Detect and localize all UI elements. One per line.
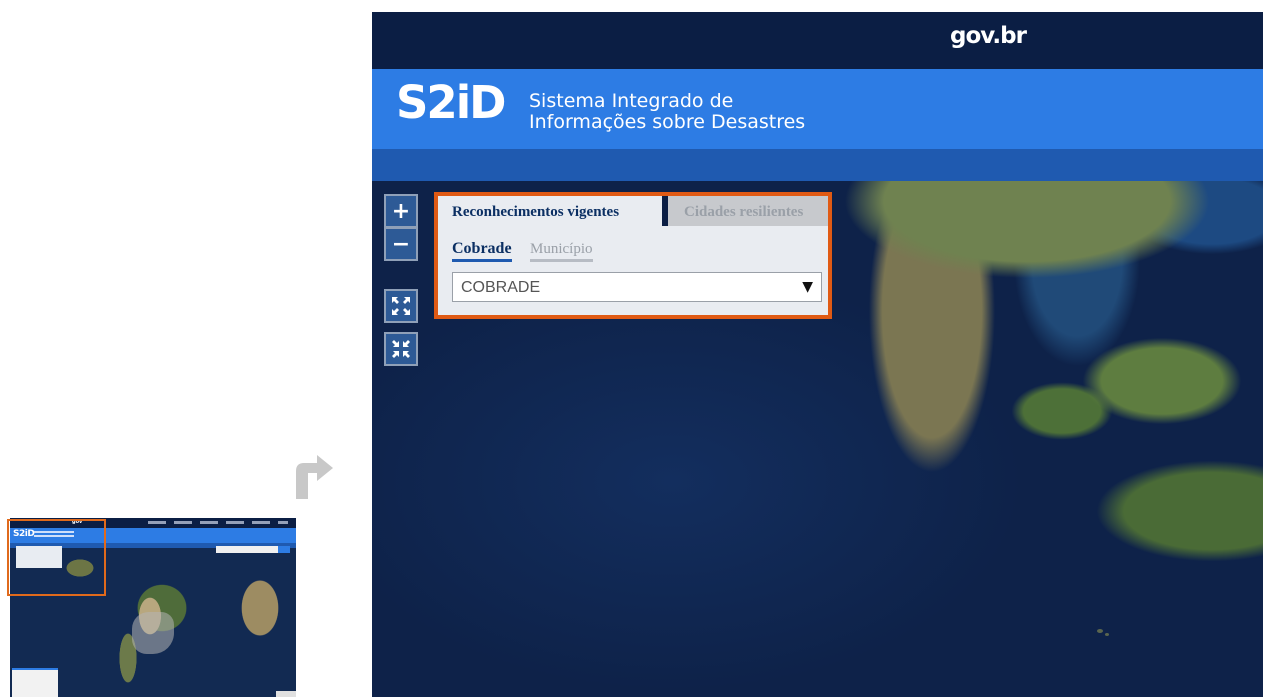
map-island <box>1105 633 1109 636</box>
nav-strip <box>372 149 1263 181</box>
thumb-search-button <box>278 546 290 553</box>
fullscreen-button[interactable] <box>384 289 418 323</box>
tab-cidades-resilientes[interactable]: Cidades resilientes <box>668 196 828 226</box>
expand-icon <box>392 297 410 315</box>
site-header: S2iD Sistema Integrado de Informações so… <box>372 69 1263 149</box>
collapse-icon <box>392 340 410 358</box>
exit-fullscreen-button[interactable] <box>384 332 418 366</box>
recognitions-panel: Reconhecimentos vigentes Cidades resilie… <box>434 192 832 319</box>
s2id-logo[interactable]: S2iD <box>396 80 506 125</box>
thumb-legend <box>12 668 58 697</box>
site-subtitle: Sistema Integrado de Informações sobre D… <box>529 91 805 133</box>
tab-label: Cidades resilientes <box>684 204 804 220</box>
subtitle-line-1: Sistema Integrado de <box>529 90 734 112</box>
zoomed-view: gov.br S2iD Sistema Integrado de Informa… <box>372 12 1263 697</box>
zoom-out-button[interactable]: − <box>384 227 418 261</box>
zoom-in-button[interactable]: + <box>384 194 418 228</box>
cobrade-select[interactable]: COBRADE ▼ <box>452 272 822 302</box>
thumb-highlight-box <box>7 519 106 596</box>
subtab-municipio[interactable]: Município <box>530 241 593 262</box>
tab-label: Reconhecimentos vigentes <box>452 204 620 220</box>
gov-bar: gov.br <box>372 12 1263 69</box>
zoom-arrow-icon <box>296 455 333 499</box>
dropdown-caret-icon: ▼ <box>802 279 813 295</box>
subtitle-line-2: Informações sobre Desastres <box>529 111 806 133</box>
subtab-cobrade[interactable]: Cobrade <box>452 240 512 262</box>
thumb-bottom-bar <box>276 691 296 697</box>
select-value: COBRADE <box>461 279 541 296</box>
map-island <box>1097 629 1103 633</box>
gov-logo[interactable]: gov.br <box>950 23 1027 49</box>
thumb-brazil-overlay <box>132 612 174 654</box>
thumb-top-menu <box>148 521 288 524</box>
tab-reconhecimentos-vigentes[interactable]: Reconhecimentos vigentes <box>438 196 668 226</box>
